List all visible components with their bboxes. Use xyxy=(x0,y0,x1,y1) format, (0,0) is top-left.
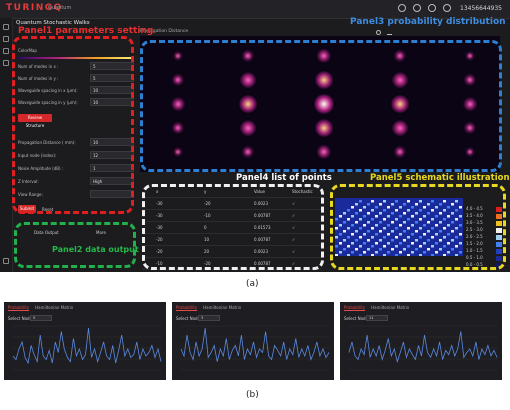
probability-line-chart xyxy=(180,325,330,371)
download-icon[interactable] xyxy=(387,30,392,35)
probability-line-chart xyxy=(12,325,162,371)
probability-series-line xyxy=(12,327,162,365)
panel1-box xyxy=(12,36,134,214)
top-icons: 13456644935 xyxy=(398,4,502,12)
select-node-dropdown[interactable]: 3 xyxy=(198,315,220,321)
tab-probability[interactable]: Probability xyxy=(8,305,30,311)
expand-icon[interactable] xyxy=(3,258,9,264)
brand-subtitle: Quantum xyxy=(48,5,72,11)
panel4-label: Panel4 list of points xyxy=(236,173,332,183)
panel1-label: Panel1 parameters setting xyxy=(18,26,154,36)
probability-line-chart xyxy=(348,325,498,371)
panel5-box xyxy=(330,184,506,270)
tab-probability[interactable]: Probability xyxy=(344,305,366,311)
panel4-box xyxy=(142,184,324,270)
panel3-label: Panel3 probability distribution xyxy=(350,17,506,27)
menu-icon[interactable] xyxy=(3,36,9,42)
zoom-icon[interactable] xyxy=(376,30,381,35)
folder-icon[interactable] xyxy=(3,60,9,66)
help-icon[interactable] xyxy=(413,4,421,12)
panel5-label: Panel5 schematic illustrations xyxy=(370,173,510,183)
panel2-label: Panel2 data output xyxy=(52,245,139,254)
tab-hamiltonian[interactable]: Hamiltonian Matrix xyxy=(35,305,73,310)
select-node-dropdown[interactable]: 11 xyxy=(366,315,388,321)
settings-icon[interactable] xyxy=(3,48,9,54)
select-node-dropdown[interactable]: 5 xyxy=(30,315,52,321)
search-icon[interactable] xyxy=(398,4,406,12)
panel-tabs: Probability Hamiltonian Matrix xyxy=(176,305,241,311)
probability-series-line xyxy=(180,327,330,362)
user-icon[interactable] xyxy=(443,4,451,12)
probability-panel: Probability Hamiltonian Matrix Select Node… xyxy=(340,302,502,380)
probability-series-line xyxy=(348,331,498,364)
panel-tabs: Probability Hamiltonian Matrix xyxy=(344,305,409,311)
caption-a: (a) xyxy=(246,279,259,289)
probability-panel: Probability Hamiltonian Matrix Select Node… xyxy=(4,302,166,380)
tab-hamiltonian[interactable]: Hamiltonian Matrix xyxy=(371,305,409,310)
panel3-box xyxy=(140,40,502,172)
notification-icon[interactable] xyxy=(428,4,436,12)
caption-b: (b) xyxy=(246,390,259,400)
tab-probability[interactable]: Probability xyxy=(176,305,198,311)
tab-hamiltonian[interactable]: Hamiltonian Matrix xyxy=(203,305,241,310)
user-phone[interactable]: 13456644935 xyxy=(460,5,502,12)
probability-panel: Probability Hamiltonian Matrix Select Node… xyxy=(172,302,334,380)
panel-tabs: Probability Hamiltonian Matrix xyxy=(8,305,73,311)
home-icon[interactable] xyxy=(3,24,9,30)
app-window: TURINGQ Quantum 13456644935 Quantum Stoc… xyxy=(0,0,510,272)
